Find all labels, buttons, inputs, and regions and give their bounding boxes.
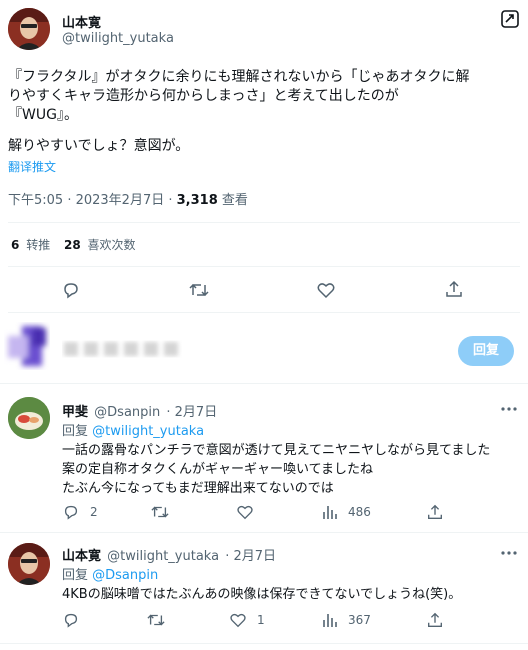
tweet-text-line: りやすくキャラ造形から何からしまっさ」と考えて出したのが: [8, 88, 399, 104]
retweet-icon: [151, 506, 169, 518]
tweet-meta: 下午5:05 · 2023年2月7日 · 3,318 查看: [8, 189, 248, 208]
reply-header: 山本寛 @twilight_yutaka · 2月7日: [62, 545, 276, 564]
grok-icon[interactable]: [500, 9, 520, 29]
retweet-stats[interactable]: 6 转推: [11, 236, 50, 253]
reply-to-handle[interactable]: @twilight_yutaka: [92, 424, 204, 439]
retweet-label: 转推: [26, 238, 51, 252]
views-count: 367: [348, 613, 371, 627]
tweet-text-line: 『WUG』。: [8, 107, 78, 123]
reply-action[interactable]: [62, 611, 90, 629]
reply-to-line: 回复 @Dsanpin: [62, 564, 158, 583]
tweet-timestamp[interactable]: 下午5:05 · 2023年2月7日 ·: [8, 193, 177, 208]
reply-to-handle[interactable]: @Dsanpin: [92, 568, 158, 583]
divider: [0, 383, 528, 384]
like-icon[interactable]: [316, 280, 336, 300]
like-count: 28: [64, 238, 81, 252]
author-avatar[interactable]: [8, 8, 50, 50]
author-name[interactable]: 山本寛: [62, 12, 101, 31]
divider: [8, 266, 520, 267]
share-icon[interactable]: [444, 279, 464, 299]
reply-text-line: 4KBの脳味噌ではたぶんあの映像は保存できてないでしょうね(笑)。: [62, 587, 462, 602]
like-action[interactable]: 1: [229, 611, 265, 629]
reply-author-name[interactable]: 山本寛: [62, 549, 101, 564]
reply-date[interactable]: · 2月7日: [225, 549, 276, 564]
divider: [0, 532, 528, 533]
divider: [0, 643, 528, 644]
views-action[interactable]: 367: [322, 611, 371, 629]
views-action[interactable]: 486: [322, 503, 371, 521]
like-icon: [237, 505, 253, 520]
retweet-count: 6: [11, 238, 20, 252]
share-icon[interactable]: [426, 503, 444, 521]
views-count: 486: [348, 505, 371, 519]
views-count: 3,318: [176, 193, 218, 208]
translate-link[interactable]: 翻译推文: [8, 158, 56, 175]
retweet-icon: [147, 614, 165, 626]
like-action[interactable]: [236, 503, 264, 521]
reply-avatar[interactable]: [8, 543, 50, 585]
reply-author-handle[interactable]: @Dsanpin: [94, 405, 160, 420]
composer-input[interactable]: [62, 338, 182, 360]
like-label: 喜欢次数: [87, 238, 136, 252]
divider: [8, 312, 520, 313]
author-handle[interactable]: @twilight_yutaka: [62, 31, 174, 46]
reply-text-line: 案の定自称オタクくんがギャーギャー喚いてましたね: [62, 462, 373, 477]
tweet-text-line: 解りやすいでしょ？意図が。: [8, 138, 190, 154]
more-icon[interactable]: [500, 401, 518, 415]
more-icon[interactable]: [500, 545, 518, 559]
views-icon: [323, 506, 337, 519]
reply-icon[interactable]: [61, 280, 81, 300]
reply-action[interactable]: 2: [62, 503, 98, 521]
reply-button[interactable]: 回复: [458, 336, 514, 366]
reply-prefix: 回复: [62, 424, 93, 439]
composer-avatar: [4, 322, 60, 370]
views-label: 查看: [217, 193, 248, 208]
reply-text-line: たぶん今になってもまだ理解出来てないのでは: [62, 481, 334, 496]
like-count: 1: [257, 613, 265, 627]
retweet-action[interactable]: [150, 503, 180, 521]
reply-prefix: 回复: [62, 568, 93, 583]
divider: [8, 222, 520, 223]
reply-author-handle[interactable]: @twilight_yutaka: [107, 549, 219, 564]
reply-text-line: 一話の露骨なパンチラで意図が透けて見えてニヤニヤしながら見てました: [62, 443, 491, 458]
reply-header: 甲斐 @Dsanpin · 2月7日: [62, 401, 217, 420]
like-icon: [230, 613, 246, 628]
like-stats[interactable]: 28 喜欢次数: [64, 236, 136, 253]
share-icon[interactable]: [426, 611, 444, 629]
reply-avatar[interactable]: [8, 397, 50, 439]
reply-icon: [64, 505, 78, 520]
reply-count: 2: [90, 505, 98, 519]
reply-to-line: 回复 @twilight_yutaka: [62, 420, 204, 439]
tweet-text-line: 『フラクタル』がオタクに余りにも理解されないから「じゃあオタクに解: [8, 69, 470, 85]
views-icon: [323, 614, 337, 627]
reply-date[interactable]: · 2月7日: [166, 405, 217, 420]
retweet-icon[interactable]: [188, 280, 210, 300]
reply-icon: [64, 613, 78, 628]
reply-author-name[interactable]: 甲斐: [62, 405, 88, 420]
retweet-action[interactable]: [146, 611, 176, 629]
